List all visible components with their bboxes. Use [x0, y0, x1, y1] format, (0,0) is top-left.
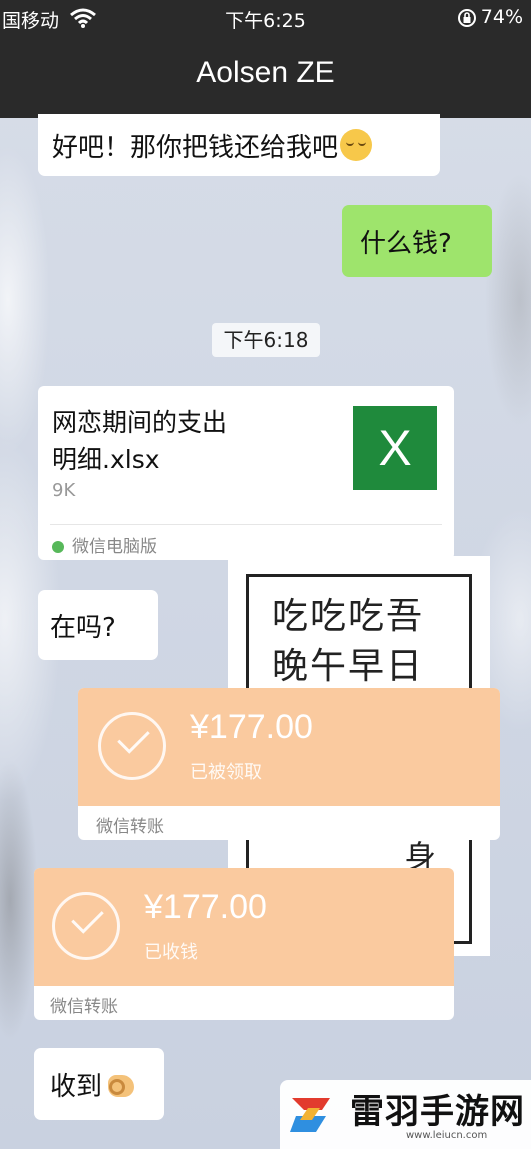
timestamp-chip: 下午6:18: [212, 323, 320, 357]
chat-title: Aolsen ZE: [196, 56, 335, 89]
transfer-card[interactable]: ¥177.00 已收钱 微信转账: [34, 868, 454, 1020]
transfer-amount: ¥177.00: [190, 708, 313, 746]
transfer-status: 已收钱: [144, 942, 198, 963]
transfer-footer: 微信转账: [50, 997, 118, 1017]
ok-hand-emoji: [106, 1069, 136, 1099]
file-message-card[interactable]: 网恋期间的支出 明细.xlsx 9K X 微信电脑版: [38, 386, 454, 560]
transfer-footer: 微信转账: [96, 817, 164, 837]
message-text: 什么钱?: [360, 228, 452, 259]
message-text: 在吗?: [50, 612, 116, 643]
excel-file-icon: X: [353, 406, 437, 490]
message-bubble-incoming[interactable]: 在吗?: [38, 590, 158, 660]
message-text: 收到: [50, 1071, 103, 1102]
watermark-logo-icon: [290, 1098, 330, 1132]
message-bubble-outgoing[interactable]: 什么钱?: [342, 205, 492, 277]
pensive-face-emoji: [340, 129, 373, 161]
paper-text: 吃吃吃吾 晚午早日: [272, 596, 425, 687]
status-bar: 国移动 下午6:25 74%: [0, 0, 531, 36]
card-divider: [50, 524, 442, 525]
check-circle-icon: [52, 892, 120, 960]
battery-percentage: 74%: [480, 6, 523, 28]
transfer-amount: ¥177.00: [144, 888, 267, 926]
check-circle-icon: [98, 712, 166, 780]
transfer-status: 已被领取: [190, 762, 262, 783]
message-bubble-incoming[interactable]: 好吧！那你把钱还给我吧: [38, 114, 440, 176]
top-bar: 国移动 下午6:25 74% Aolsen ZE: [0, 0, 531, 118]
site-watermark: 雷羽手游网 www.leiucn.com: [280, 1080, 531, 1149]
status-time: 下午6:25: [225, 10, 306, 32]
file-source: 微信电脑版: [52, 532, 157, 557]
message-text: 好吧！那你把钱还给我吧: [52, 132, 339, 163]
watermark-url: www.leiucn.com: [406, 1130, 488, 1141]
wechat-logo-icon: [52, 541, 64, 553]
file-size: 9K: [52, 480, 76, 501]
rotation-lock-icon: [458, 9, 476, 27]
message-bubble-incoming[interactable]: 收到: [34, 1048, 164, 1120]
transfer-card[interactable]: ¥177.00 已被领取 微信转账: [78, 688, 500, 840]
watermark-name: 雷羽手游网: [350, 1092, 525, 1132]
file-name: 网恋期间的支出 明细.xlsx: [52, 408, 228, 474]
